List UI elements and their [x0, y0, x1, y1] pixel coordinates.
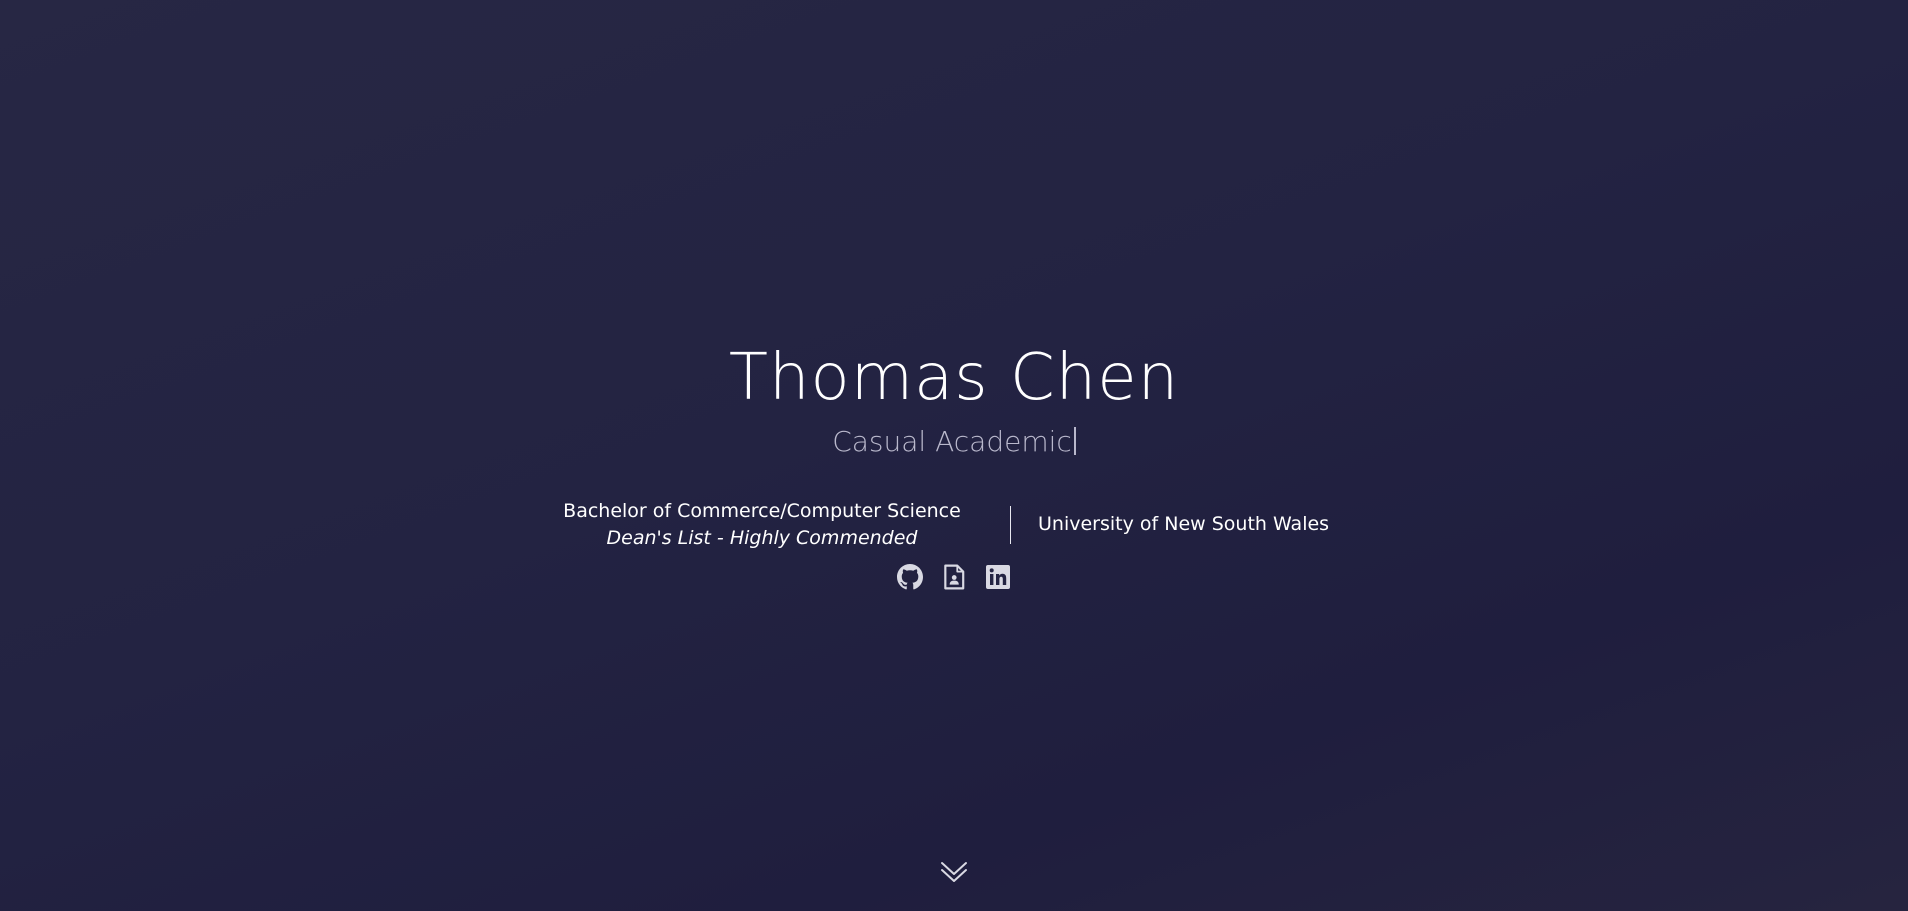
- github-link[interactable]: [897, 562, 923, 592]
- degree-block: Bachelor of Commerce/Computer Science De…: [532, 498, 992, 552]
- university-name: University of New South Wales: [1038, 513, 1330, 535]
- degree-honours: Dean's List - Highly Commended: [606, 527, 918, 549]
- hero-subtitle-typing: Casual Academic: [0, 422, 1908, 462]
- scroll-down-button[interactable]: [939, 858, 969, 888]
- hero-subtitle-text: Casual Academic: [832, 425, 1072, 458]
- degree-title: Bachelor of Commerce/Computer Science: [563, 500, 961, 522]
- resume-icon: [944, 564, 965, 590]
- hero-name: Thomas Chen: [728, 341, 1180, 415]
- linkedin-icon: [986, 565, 1010, 589]
- social-links: [0, 562, 1908, 592]
- github-icon: [897, 564, 923, 590]
- typing-caret: [1073, 427, 1076, 455]
- double-chevron-down-icon: [941, 862, 967, 882]
- hero-section: Thomas Chen Casual Academic Bachelor of …: [0, 0, 1908, 911]
- linkedin-link[interactable]: [985, 562, 1011, 592]
- education-divider: [1010, 506, 1011, 544]
- education-block: Bachelor of Commerce/Computer Science De…: [0, 496, 1908, 556]
- resume-link[interactable]: [941, 562, 967, 592]
